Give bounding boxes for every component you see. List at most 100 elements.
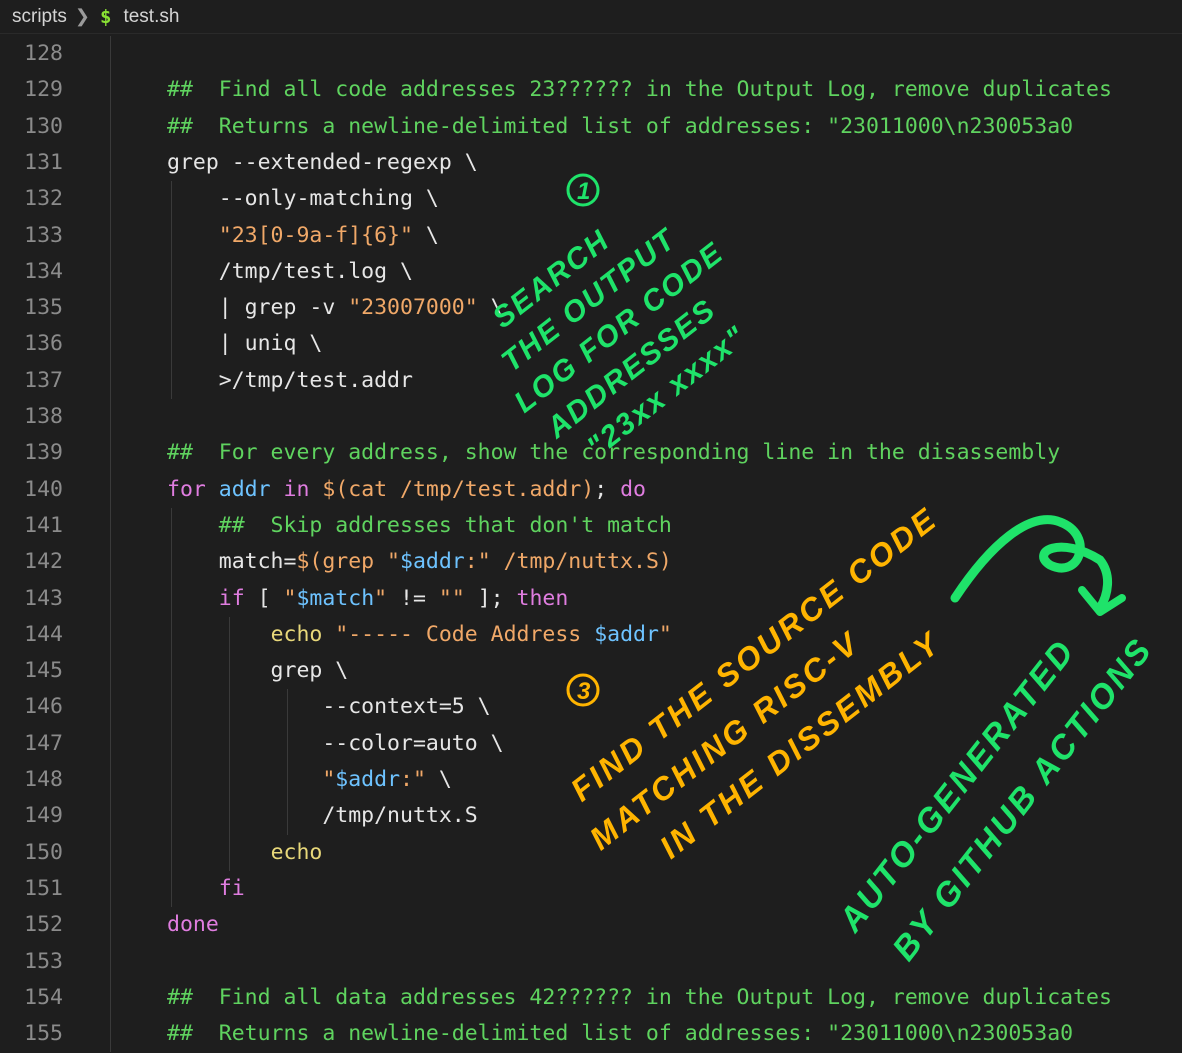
code-line[interactable]: 149 /tmp/nuttx.S xyxy=(0,798,1182,834)
line-number: 147 xyxy=(24,730,63,756)
code-token: $match xyxy=(296,585,375,611)
code-line[interactable]: 141 ## Skip addresses that don't match xyxy=(0,508,1182,544)
code-line[interactable]: 140 for addr in $(cat /tmp/test.addr); do xyxy=(0,472,1182,508)
line-number: 132 xyxy=(24,186,63,212)
line-number: 144 xyxy=(24,621,63,647)
line-text: ## Find all data addresses 42?????? in t… xyxy=(167,980,1112,1016)
line-number: 133 xyxy=(24,222,63,248)
line-number: 139 xyxy=(24,440,63,466)
code-line[interactable]: 145 grep \ xyxy=(0,653,1182,689)
code-token: " xyxy=(322,767,336,792)
code-line[interactable]: 134 /tmp/test.log \ xyxy=(0,254,1182,290)
code-token: $addr xyxy=(400,549,465,575)
code-token: ## Returns a newline-delimited list of a… xyxy=(167,113,1074,139)
line-text: done xyxy=(167,907,219,943)
code-line[interactable]: 136 | uniq \ xyxy=(0,326,1182,362)
indent-guide xyxy=(171,507,172,908)
code-line[interactable]: 150 echo xyxy=(0,835,1182,871)
code-line[interactable]: 133 "23[0-9a-f]{6}" \ xyxy=(0,218,1182,254)
line-number: 134 xyxy=(24,258,63,284)
code-token: ; xyxy=(594,476,621,502)
code-line[interactable]: 142 match=$(grep "$addr:" /tmp/nuttx.S) xyxy=(0,544,1182,580)
code-token: --context=5 \ xyxy=(167,694,491,720)
code-token: ]; xyxy=(464,585,517,611)
line-text: ## Find all code addresses 23?????? in t… xyxy=(167,72,1112,108)
code-line[interactable]: 144 echo "----- Code Address $addr" xyxy=(0,617,1182,653)
code-token: --only-matching \ xyxy=(167,186,439,212)
line-text: for addr in $(cat /tmp/test.addr); do xyxy=(167,472,646,508)
breadcrumb-file[interactable]: test.sh xyxy=(123,6,179,28)
code-editor[interactable]: 128 129 ## Find all code addresses 23?????… xyxy=(0,36,1182,1053)
line-number: 137 xyxy=(24,367,63,393)
code-token: ## Skip addresses that don't match xyxy=(218,512,672,538)
line-text: --color=auto \ xyxy=(167,726,503,762)
code-token: "23[0-9a-f]{6}" xyxy=(218,222,413,248)
code-line[interactable]: 148 "$addr:" \ xyxy=(0,762,1182,798)
breadcrumb-folder[interactable]: scripts xyxy=(12,6,67,28)
line-text: ## Returns a newline-delimited list of a… xyxy=(167,109,1073,145)
code-token: fi xyxy=(218,875,245,901)
code-token: $(cat /tmp/test.addr) xyxy=(322,476,595,502)
code-token: \ xyxy=(477,295,504,321)
code-line[interactable]: 152 done xyxy=(0,907,1182,943)
code-line[interactable]: 129 ## Find all code addresses 23?????? i… xyxy=(0,72,1182,108)
line-number: 150 xyxy=(24,839,63,865)
line-number: 142 xyxy=(24,549,63,575)
code-line[interactable]: 128 xyxy=(0,36,1182,72)
code-line[interactable]: 130 ## Returns a newline-delimited list o… xyxy=(0,109,1182,145)
line-number: 155 xyxy=(24,1021,63,1047)
line-text: --context=5 \ xyxy=(167,689,491,725)
code-line[interactable]: 151 fi xyxy=(0,871,1182,907)
line-text: echo "----- Code Address $addr" xyxy=(167,617,672,653)
code-token: \ xyxy=(425,767,452,792)
line-text: echo xyxy=(167,835,323,871)
code-line[interactable]: 139 ## For every address, show the corres… xyxy=(0,435,1182,471)
code-token: ## Find all code addresses 23?????? in t… xyxy=(167,77,1112,103)
breadcrumb: scripts ❯ $ test.sh xyxy=(0,0,1182,34)
code-line[interactable]: 154 ## Find all data addresses 42?????? i… xyxy=(0,980,1182,1016)
line-text: /tmp/nuttx.S xyxy=(167,798,478,834)
code-token: | grep -v xyxy=(167,295,349,321)
code-token: /tmp/nuttx.S xyxy=(167,803,478,829)
line-number: 130 xyxy=(24,113,63,139)
code-line[interactable]: 138 xyxy=(0,399,1182,435)
code-line[interactable]: 155 ## Returns a newline-delimited list o… xyxy=(0,1016,1182,1052)
code-token: " xyxy=(283,585,297,611)
code-token: "" xyxy=(438,585,465,611)
code-token: ## For every address, show the correspon… xyxy=(167,440,1061,466)
shell-file-icon: $ xyxy=(100,5,112,28)
code-token: done xyxy=(167,912,219,938)
line-number: 128 xyxy=(24,41,63,66)
line-text: | uniq \ xyxy=(167,326,323,362)
line-number: 146 xyxy=(24,694,63,720)
code-line[interactable]: 153 xyxy=(0,944,1182,980)
indent-guide xyxy=(229,616,230,871)
indent-guide xyxy=(287,689,288,835)
code-line[interactable]: 146 --context=5 \ xyxy=(0,689,1182,725)
code-token: $addr xyxy=(335,767,401,792)
code-token: \ xyxy=(412,222,439,248)
line-text: | grep -v "23007000" \ xyxy=(167,290,504,326)
line-number: 135 xyxy=(24,295,63,321)
code-line[interactable]: 137 >/tmp/test.addr xyxy=(0,363,1182,399)
line-number: 141 xyxy=(24,512,63,538)
line-text: match=$(grep "$addr:" /tmp/nuttx.S) xyxy=(167,544,672,580)
code-line[interactable]: 131 grep --extended-regexp \ xyxy=(0,145,1182,181)
line-number: 129 xyxy=(24,77,63,103)
code-line[interactable]: 143 if [ "$match" != "" ]; then xyxy=(0,581,1182,617)
line-number: 143 xyxy=(24,585,63,611)
code-token: grep \ xyxy=(167,658,349,684)
line-number: 136 xyxy=(24,331,63,357)
line-text: fi xyxy=(167,871,245,907)
code-line[interactable]: 135 | grep -v "23007000" \ xyxy=(0,290,1182,326)
code-line[interactable]: 132 --only-matching \ xyxy=(0,181,1182,217)
code-line[interactable]: 147 --color=auto \ xyxy=(0,726,1182,762)
code-token: :" /tmp/nuttx.S) xyxy=(464,549,672,575)
